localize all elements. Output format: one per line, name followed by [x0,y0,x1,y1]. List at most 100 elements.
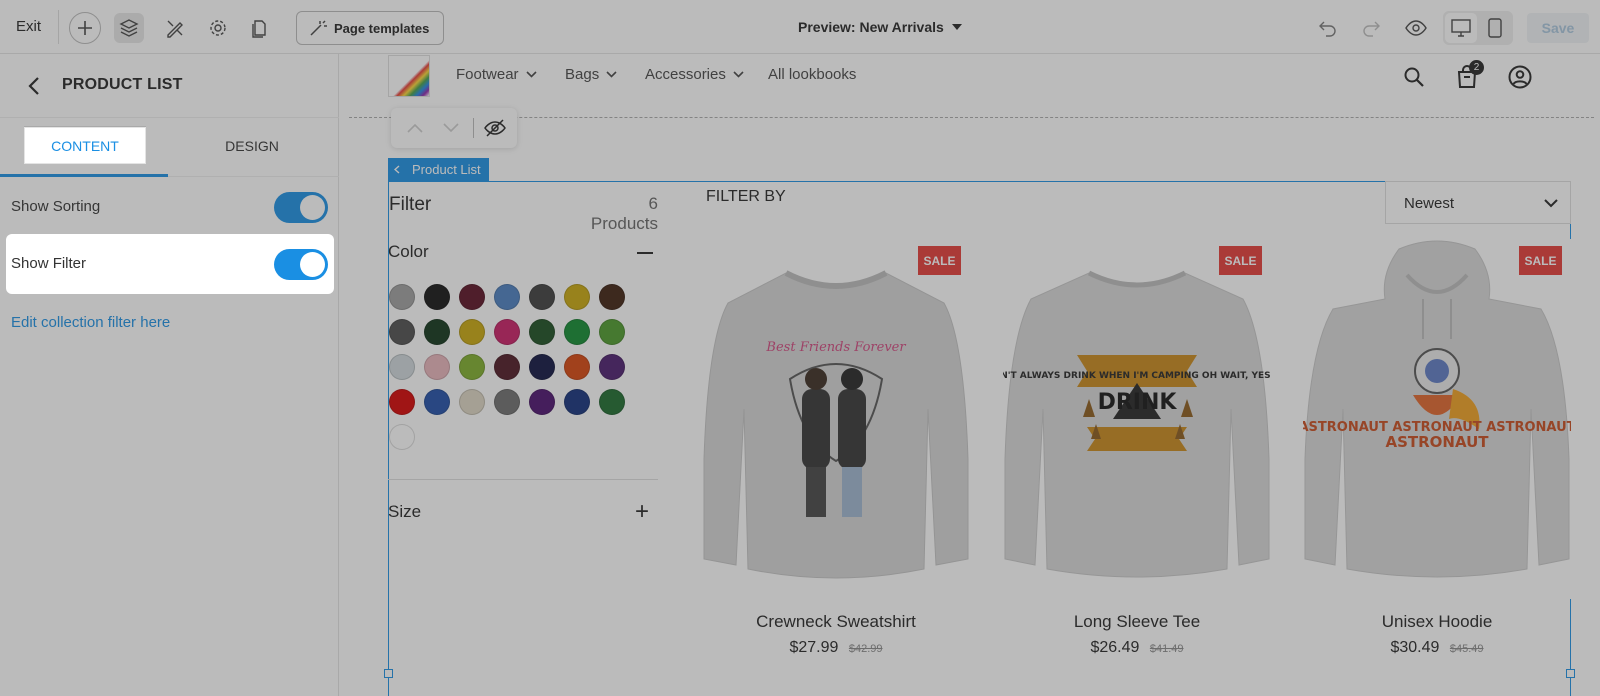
color-swatch[interactable] [529,354,555,380]
active-tab-indicator [0,174,168,177]
print-text: I DON'T ALWAYS DRINK WHEN I'M CAMPING OH… [1003,371,1271,381]
product-name[interactable]: Crewneck Sweatshirt [702,612,970,632]
sort-select[interactable]: Newest [1385,181,1571,224]
account-button[interactable] [1505,62,1535,92]
redo-button[interactable] [1357,14,1385,42]
pencil-ruler-icon [167,20,183,38]
section-tag[interactable]: Product List [388,158,489,181]
product-card[interactable]: Best Friends Forever SALE Crewneck Sweat… [702,239,970,656]
svg-text:ASTRONAUT: ASTRONAUT [1385,433,1489,451]
nav-item-accessories[interactable]: Accessories [645,66,744,83]
nav-label: Accessories [645,66,726,83]
collapse-color-button[interactable] [637,252,653,254]
eye-off-icon [484,119,506,137]
product-old-price: $42.99 [848,643,883,655]
color-swatch[interactable] [459,284,485,310]
color-swatch[interactable] [424,389,450,415]
resize-handle[interactable] [384,669,393,678]
color-swatch[interactable] [424,284,450,310]
color-swatch[interactable] [389,424,415,450]
color-swatch[interactable] [529,319,555,345]
magic-wand-icon [310,20,327,36]
hoodie-image: ASTRONAUT ASTRONAUT ASTRONAUT ASTRONAUT [1298,240,1576,578]
color-swatch[interactable] [494,354,520,380]
pages-icon [252,20,266,38]
section-floating-toolbar [391,108,517,148]
product-image[interactable]: I DON'T ALWAYS DRINK WHEN I'M CAMPING OH… [979,239,1296,599]
mobile-view-button[interactable] [1479,13,1511,43]
chevron-down-icon [733,71,744,78]
color-swatch[interactable] [459,389,485,415]
color-swatch[interactable] [599,354,625,380]
search-icon [1404,67,1424,87]
product-card[interactable]: I DON'T ALWAYS DRINK WHEN I'M CAMPING OH… [979,239,1296,656]
cart-button[interactable]: 2 [1452,60,1484,92]
highlighted-tab-content[interactable]: CONTENT [24,127,146,164]
color-swatch[interactable] [459,354,485,380]
search-button[interactable] [1399,62,1429,92]
color-swatch[interactable] [529,284,555,310]
undo-button[interactable] [1314,14,1342,42]
move-up-button[interactable] [403,117,427,139]
preview-page-dropdown[interactable]: Preview: New Arrivals [798,19,962,35]
toggle-knob [300,252,325,277]
color-swatch[interactable] [599,319,625,345]
product-card[interactable]: ASTRONAUT ASTRONAUT ASTRONAUT ASTRONAUT … [1298,239,1576,656]
layers-button[interactable] [114,13,144,43]
page-templates-button[interactable]: Page templates [296,11,444,45]
svg-text:DRINK: DRINK [1098,390,1178,415]
color-swatch[interactable] [389,319,415,345]
color-swatch[interactable] [494,389,520,415]
color-swatch[interactable] [389,354,415,380]
color-swatch[interactable] [389,284,415,310]
show-sorting-label: Show Sorting [11,198,101,215]
nav-item-all-lookbooks[interactable]: All lookbooks [768,66,856,83]
nav-item-bags[interactable]: Bags [565,66,617,83]
color-swatch[interactable] [564,319,590,345]
product-name[interactable]: Long Sleeve Tee [1003,612,1271,632]
sort-value: Newest [1404,195,1455,212]
show-sorting-row: Show Sorting [0,179,339,235]
color-swatch[interactable] [424,319,450,345]
resize-handle[interactable] [1566,669,1575,678]
color-swatch[interactable] [564,354,590,380]
back-button[interactable] [22,74,46,98]
color-swatch[interactable] [459,319,485,345]
color-swatch[interactable] [494,319,520,345]
pages-button[interactable] [244,13,274,43]
chevron-up-icon [407,123,423,133]
show-filter-label: Show Filter [11,255,87,272]
show-filter-toggle[interactable] [274,249,328,280]
preview-button[interactable] [1402,14,1430,42]
product-price: $30.49 [1390,639,1440,656]
product-price: $27.99 [789,639,839,656]
product-name[interactable]: Unisex Hoodie [1303,612,1571,632]
add-element-button[interactable] [69,12,101,44]
color-swatch[interactable] [389,389,415,415]
tab-design[interactable]: DESIGN [212,138,292,154]
store-logo[interactable] [388,55,430,97]
color-swatch[interactable] [424,354,450,380]
desktop-view-button[interactable] [1445,13,1477,43]
color-swatch[interactable] [564,389,590,415]
mobile-icon [1488,18,1502,38]
undo-icon [1319,21,1336,37]
color-swatch[interactable] [564,284,590,310]
print-text: Best Friends Forever [765,340,906,355]
color-swatch[interactable] [599,284,625,310]
move-down-button[interactable] [439,117,463,139]
exit-button[interactable]: Exit [16,18,41,35]
color-swatch[interactable] [599,389,625,415]
nav-item-footwear[interactable]: Footwear [456,66,537,83]
settings-button[interactable] [203,13,233,43]
color-swatch[interactable] [494,284,520,310]
design-tools-button[interactable] [160,13,190,43]
product-image[interactable]: Best Friends Forever SALE [702,239,970,599]
color-swatch[interactable] [529,389,555,415]
edit-collection-filter-link[interactable]: Edit collection filter here [11,314,170,331]
hide-section-button[interactable] [483,117,507,139]
expand-size-button[interactable]: + [635,500,649,524]
show-sorting-toggle[interactable] [274,192,328,223]
product-image[interactable]: ASTRONAUT ASTRONAUT ASTRONAUT ASTRONAUT … [1298,239,1576,599]
save-button[interactable]: Save [1527,13,1589,43]
